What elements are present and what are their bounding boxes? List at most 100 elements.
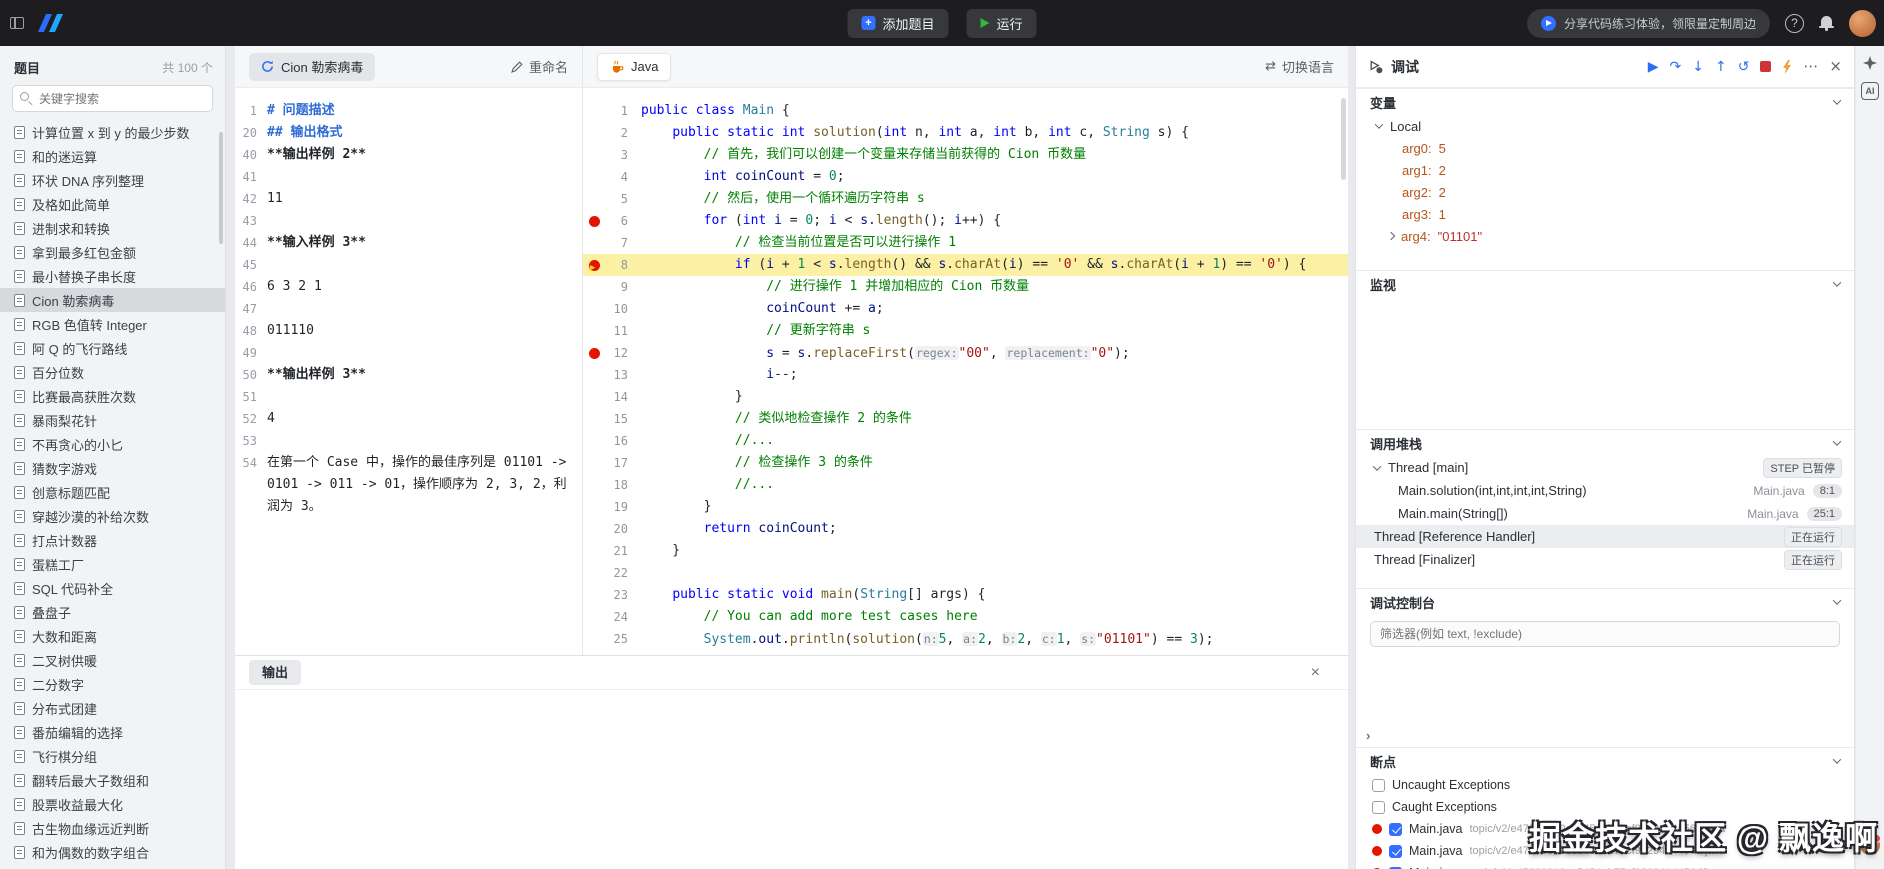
sidebar-item[interactable]: 拿到最多红包金额 bbox=[0, 240, 225, 264]
sidebar-item[interactable]: 和的迷运算 bbox=[0, 144, 225, 168]
bell-icon[interactable] bbox=[1819, 15, 1834, 31]
sidebar-item[interactable]: 番茄编辑的选择 bbox=[0, 720, 225, 744]
callstack-frame-row[interactable]: Main.main(String[]) Main.java 25:1 bbox=[1356, 502, 1854, 525]
desc-text bbox=[267, 166, 582, 188]
line-number: 14 bbox=[613, 390, 628, 404]
sidebar-item[interactable]: 百分位数 bbox=[0, 360, 225, 384]
close-icon[interactable]: × bbox=[1311, 664, 1320, 682]
sidebar-item[interactable]: 蛋糕工厂 bbox=[0, 552, 225, 576]
sidebar-item[interactable]: 阿 Q 的飞行路线 bbox=[0, 336, 225, 360]
description-editor[interactable]: 1 # 问题描述 20 ## 输出格式 40 **输出样例 2** 41 42 11 43 44 **… bbox=[235, 88, 582, 518]
variable-row[interactable]: arg1: 2 bbox=[1356, 159, 1854, 181]
search-input[interactable] bbox=[12, 85, 213, 112]
watch-section-header[interactable]: 监视 bbox=[1356, 271, 1854, 297]
breakpoints-section: 断点 Uncaught Exceptions Caught Exceptions M… bbox=[1356, 747, 1854, 869]
sidebar-item[interactable]: 二分数字 bbox=[0, 672, 225, 696]
sidebar-item[interactable]: 猜数字游戏 bbox=[0, 456, 225, 480]
sidebar-item[interactable]: SQL 代码补全 bbox=[0, 576, 225, 600]
checkbox[interactable] bbox=[1372, 778, 1385, 792]
close-debug-button[interactable]: × bbox=[1829, 59, 1842, 74]
sidebar-item[interactable]: 比赛最高获胜次数 bbox=[0, 384, 225, 408]
rail-avatar[interactable] bbox=[1860, 834, 1881, 855]
variables-section-header[interactable]: 变量 bbox=[1356, 89, 1854, 115]
sidebar-item[interactable]: 和为偶数的数字组合 bbox=[0, 840, 225, 864]
exception-breakpoint-row[interactable]: Uncaught Exceptions bbox=[1356, 774, 1854, 796]
breakpoint-margin[interactable]: ▶ bbox=[583, 259, 605, 273]
exception-breakpoint-row[interactable]: Caught Exceptions bbox=[1356, 796, 1854, 818]
sidebar-item[interactable]: 创意标题匹配 bbox=[0, 480, 225, 504]
sidebar-item[interactable]: RGB 色值转 Integer bbox=[0, 312, 225, 336]
output-tab[interactable]: 输出 bbox=[249, 660, 302, 685]
callstack-thread-row[interactable]: Thread [main] STEP 已暂停 bbox=[1356, 456, 1854, 479]
variable-row[interactable]: arg3: 1 bbox=[1356, 203, 1854, 225]
sidebar-item[interactable]: 及格如此简单 bbox=[0, 192, 225, 216]
sidebar-item-label: 暴雨梨花针 bbox=[32, 413, 98, 429]
line-number: 11 bbox=[613, 324, 628, 338]
breakpoint-margin[interactable] bbox=[583, 215, 605, 227]
hot-reload-button[interactable] bbox=[1782, 59, 1792, 74]
sidebar-item[interactable]: 分布式团建 bbox=[0, 696, 225, 720]
variables-scope-local[interactable]: Local bbox=[1356, 115, 1854, 137]
language-tab-java[interactable]: Java bbox=[597, 52, 672, 81]
sidebar-item[interactable]: 环状 DNA 序列整理 bbox=[0, 168, 225, 192]
help-icon[interactable]: ? bbox=[1785, 13, 1804, 33]
avatar[interactable] bbox=[1849, 9, 1876, 37]
ai-assistant-icon[interactable]: AI bbox=[1861, 82, 1879, 100]
file-breakpoint-row[interactable]: Main.javatopic/v2/e47288810ec5454ab75cf9… bbox=[1356, 862, 1854, 869]
sidebar-item[interactable]: 飞行棋分组 bbox=[0, 744, 225, 768]
sidebar-item[interactable]: 古生物血缘远近判断 bbox=[0, 816, 225, 840]
switch-language-button[interactable]: ⇄ 切换语言 bbox=[1265, 57, 1334, 76]
sidebar-item[interactable]: 叠盘子 bbox=[0, 600, 225, 624]
code-editor[interactable]: 1 public class Main {2 public static int … bbox=[583, 88, 1348, 650]
run-button[interactable]: 运行 bbox=[966, 8, 1037, 38]
sparkle-icon[interactable] bbox=[1863, 56, 1877, 70]
layout-icon[interactable] bbox=[10, 17, 24, 29]
checkbox[interactable] bbox=[1389, 822, 1402, 836]
sidebar-item[interactable]: 二叉树供暖 bbox=[0, 648, 225, 672]
debug-console-section-header[interactable]: 调试控制台 bbox=[1356, 589, 1854, 615]
file-breakpoint-row[interactable]: Main.javatopic/v2/e47288810ec5454ab75cf9… bbox=[1356, 840, 1854, 862]
sidebar-item[interactable]: Cion 勒索病毒 bbox=[0, 288, 225, 312]
sidebar-item[interactable]: 进制求和转换 bbox=[0, 216, 225, 240]
add-problem-button[interactable]: + 添加题目 bbox=[847, 8, 949, 38]
promo-banner[interactable]: 分享代码练习体验，领限量定制周边 bbox=[1526, 8, 1770, 38]
editor-scrollbar[interactable] bbox=[1341, 98, 1346, 180]
sidebar-item[interactable]: 不再贪心的小匕 bbox=[0, 432, 225, 456]
code-text: //... bbox=[734, 433, 775, 448]
sidebar-item[interactable]: 计算位置 x 到 y 的最少步数 bbox=[0, 120, 225, 144]
checkbox[interactable] bbox=[1372, 800, 1385, 814]
chevron-down-icon bbox=[1832, 278, 1842, 287]
variable-row[interactable]: arg4: "01101" bbox=[1356, 225, 1854, 247]
step-out-button[interactable]: ↑ bbox=[1715, 60, 1727, 74]
callstack-thread-row[interactable]: Thread [Reference Handler] 正在运行 bbox=[1356, 525, 1854, 548]
more-actions-button[interactable]: ⋯ bbox=[1803, 59, 1818, 74]
problem-tab[interactable]: Cion 勒索病毒 bbox=[249, 52, 376, 81]
sidebar-item[interactable]: 穿越沙漠的补给次数 bbox=[0, 504, 225, 528]
restart-button[interactable]: ↺ bbox=[1738, 60, 1750, 74]
callstack-frame-row[interactable]: Main.solution(int,int,int,int,String) Mai… bbox=[1356, 479, 1854, 502]
stop-button[interactable] bbox=[1760, 61, 1772, 72]
variable-row[interactable]: arg0: 5 bbox=[1356, 137, 1854, 159]
file-breakpoint-row[interactable]: Main.javatopic/v2/e47288810ec5454ab75cf9… bbox=[1356, 818, 1854, 840]
breakpoint-margin[interactable] bbox=[583, 347, 605, 359]
rename-button[interactable]: 重命名 bbox=[511, 57, 568, 76]
callstack-thread-row[interactable]: Thread [Finalizer] 正在运行 bbox=[1356, 548, 1854, 571]
sidebar-item[interactable]: 打点计数器 bbox=[0, 528, 225, 552]
sidebar-item[interactable]: 翻转后最大子数组和 bbox=[0, 768, 225, 792]
variable-row[interactable]: arg2: 2 bbox=[1356, 181, 1854, 203]
line-number: 25 bbox=[613, 632, 628, 646]
callstack-section-header[interactable]: 调用堆栈 bbox=[1356, 430, 1854, 456]
sidebar-item[interactable]: 暴雨梨花针 bbox=[0, 408, 225, 432]
sidebar-item[interactable]: 最小替换子串长度 bbox=[0, 264, 225, 288]
step-into-button[interactable]: ↓ bbox=[1692, 60, 1704, 74]
console-filter-input[interactable] bbox=[1370, 621, 1840, 647]
breakpoints-section-header[interactable]: 断点 bbox=[1356, 748, 1854, 774]
continue-button[interactable]: ▶ bbox=[1648, 60, 1659, 74]
promo-text: 分享代码练习体验，领限量定制周边 bbox=[1563, 16, 1756, 31]
sidebar-scrollbar[interactable] bbox=[219, 132, 223, 244]
step-over-button[interactable]: ↷ bbox=[1669, 60, 1681, 74]
sidebar-item[interactable]: 股票收益最大化 bbox=[0, 792, 225, 816]
marscode-logo[interactable] bbox=[38, 14, 64, 32]
sidebar-item[interactable]: 大数和距离 bbox=[0, 624, 225, 648]
checkbox[interactable] bbox=[1389, 844, 1402, 858]
